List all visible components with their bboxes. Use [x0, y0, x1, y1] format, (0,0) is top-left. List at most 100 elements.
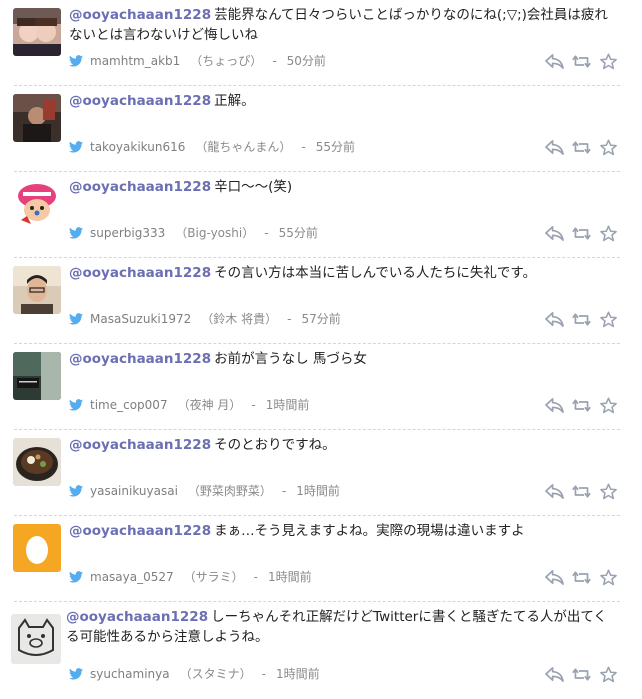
- twitter-bird-icon: [69, 140, 83, 153]
- tweet-actions: [545, 397, 618, 414]
- twitter-bird-icon: [69, 312, 83, 325]
- tweet-text: @ooyachaaan1228 辛口～～(笑): [69, 177, 618, 197]
- mention-link[interactable]: @ooyachaaan1228: [69, 93, 211, 109]
- star-icon[interactable]: [599, 483, 618, 500]
- tweet: @ooyachaaan1228 正解。 takoyakikun616 （龍ちゃんま…: [0, 86, 642, 172]
- mention-link[interactable]: @ooyachaaan1228: [69, 7, 211, 23]
- tweet-actions: [545, 311, 618, 328]
- timestamp[interactable]: 57分前: [301, 310, 340, 327]
- display-name: （スタミナ）: [179, 667, 252, 681]
- retweet-icon[interactable]: [572, 569, 591, 586]
- retweet-icon[interactable]: [572, 139, 591, 156]
- retweet-icon[interactable]: [572, 397, 591, 414]
- mention-link[interactable]: @ooyachaaan1228: [66, 609, 208, 625]
- timestamp[interactable]: 50分前: [287, 52, 326, 69]
- tweet: @ooyachaaan1228 まぁ…そう見えますよね。実際の現場は違いますよ m…: [0, 516, 642, 602]
- avatar[interactable]: [11, 614, 61, 664]
- mention-link[interactable]: @ooyachaaan1228: [69, 437, 211, 453]
- username-link[interactable]: mamhtm_akb1: [90, 54, 180, 68]
- tweet-actions: [545, 53, 618, 70]
- avatar[interactable]: [13, 94, 61, 142]
- tweet-actions: [545, 225, 618, 242]
- tweet-meta: time_cop007 （夜神 月） - 1時間前: [69, 396, 309, 413]
- tweet: @ooyachaaan1228 しーちゃんそれ正解だけどTwitterに書くと騒ぎ…: [0, 602, 642, 699]
- star-icon[interactable]: [599, 53, 618, 70]
- tweet: @ooyachaaan1228 お前が言うなし 馬づら女 time_cop007 …: [0, 344, 642, 430]
- tweet: @ooyachaaan1228 そのとおりですね。 yasainikuyasai …: [0, 430, 642, 516]
- retweet-icon[interactable]: [572, 225, 591, 242]
- timestamp[interactable]: 55分前: [279, 224, 318, 241]
- avatar[interactable]: [13, 438, 61, 486]
- star-icon[interactable]: [599, 397, 618, 414]
- username-link[interactable]: masaya_0527: [90, 570, 174, 584]
- timestamp[interactable]: 1時間前: [296, 482, 340, 499]
- timestamp[interactable]: 55分前: [316, 138, 355, 155]
- avatar[interactable]: [13, 8, 61, 56]
- tweet-text: @ooyachaaan1228 まぁ…そう見えますよね。実際の現場は違いますよ: [69, 521, 618, 541]
- tweet-meta: mamhtm_akb1 （ちょっぴ） - 50分前: [69, 52, 326, 69]
- reply-icon[interactable]: [545, 397, 564, 414]
- twitter-bird-icon: [69, 570, 83, 583]
- star-icon[interactable]: [599, 569, 618, 586]
- display-name: （ちょっぴ）: [190, 54, 263, 68]
- tweet-body: そのとおりですね。: [214, 437, 336, 453]
- reply-icon[interactable]: [545, 483, 564, 500]
- avatar[interactable]: [13, 352, 61, 400]
- star-icon[interactable]: [599, 311, 618, 328]
- tweet-text: @ooyachaaan1228 お前が言うなし 馬づら女: [69, 349, 618, 369]
- tweet-meta: yasainikuyasai （野菜肉野菜） - 1時間前: [69, 482, 340, 499]
- tweet-meta: masaya_0527 （サラミ） - 1時間前: [69, 568, 312, 585]
- twitter-bird-icon: [69, 398, 83, 411]
- tweet-meta: MasaSuzuki1972 （鈴木 将貴） - 57分前: [69, 310, 341, 327]
- twitter-bird-icon: [69, 54, 83, 67]
- tweet-text: @ooyachaaan1228 その言い方は本当に苦しんでいる人たちに失礼です。: [69, 263, 618, 283]
- tweet-body: まぁ…そう見えますよね。実際の現場は違いますよ: [214, 523, 525, 539]
- tweet-text: @ooyachaaan1228 しーちゃんそれ正解だけどTwitterに書くと騒ぎ…: [66, 607, 618, 647]
- reply-icon[interactable]: [545, 311, 564, 328]
- reply-icon[interactable]: [545, 139, 564, 156]
- mention-link[interactable]: @ooyachaaan1228: [69, 523, 211, 539]
- tweet-actions: [545, 483, 618, 500]
- tweet: @ooyachaaan1228 芸能界なんて日々つらいことばっかりなのにね(;▽;…: [0, 0, 642, 86]
- timestamp[interactable]: 1時間前: [268, 568, 312, 585]
- tweet-meta: takoyakikun616 （龍ちゃんまん） - 55分前: [69, 138, 355, 155]
- tweet-actions: [545, 139, 618, 156]
- display-name: （龍ちゃんまん）: [195, 140, 292, 154]
- reply-icon[interactable]: [545, 225, 564, 242]
- display-name: （サラミ）: [183, 570, 244, 584]
- timestamp[interactable]: 1時間前: [266, 396, 310, 413]
- reply-icon[interactable]: [545, 53, 564, 70]
- avatar[interactable]: [13, 266, 61, 314]
- tweet: @ooyachaaan1228 辛口～～(笑) superbig333 （Big-…: [0, 172, 642, 258]
- meta-separator: -: [264, 225, 269, 240]
- tweet-body: その言い方は本当に苦しんでいる人たちに失礼です。: [214, 265, 537, 281]
- username-link[interactable]: superbig333: [90, 226, 165, 240]
- tweet-text: @ooyachaaan1228 芸能界なんて日々つらいことばっかりなのにね(;▽;…: [69, 5, 618, 45]
- mention-link[interactable]: @ooyachaaan1228: [69, 351, 211, 367]
- avatar[interactable]: [13, 180, 61, 228]
- mention-link[interactable]: @ooyachaaan1228: [69, 265, 211, 281]
- reply-icon[interactable]: [545, 569, 564, 586]
- display-name: （鈴木 将貴）: [201, 312, 278, 326]
- username-link[interactable]: takoyakikun616: [90, 140, 185, 154]
- tweet: @ooyachaaan1228 その言い方は本当に苦しんでいる人たちに失礼です。 …: [0, 258, 642, 344]
- mention-link[interactable]: @ooyachaaan1228: [69, 179, 211, 195]
- meta-separator: -: [253, 569, 259, 584]
- timestamp[interactable]: 1時間前: [276, 665, 320, 682]
- tweet-text: @ooyachaaan1228 正解。: [69, 91, 618, 111]
- username-link[interactable]: yasainikuyasai: [90, 484, 178, 498]
- display-name: （野菜肉野菜）: [187, 484, 272, 498]
- username-link[interactable]: time_cop007: [90, 398, 168, 412]
- display-name: （夜神 月）: [177, 398, 242, 412]
- meta-separator: -: [272, 53, 277, 68]
- retweet-icon[interactable]: [572, 483, 591, 500]
- username-link[interactable]: MasaSuzuki1972: [90, 312, 191, 326]
- meta-separator: -: [301, 139, 306, 154]
- meta-separator: -: [251, 397, 256, 412]
- twitter-bird-icon: [69, 667, 83, 680]
- retweet-icon[interactable]: [572, 311, 591, 328]
- avatar[interactable]: [13, 524, 61, 572]
- star-icon[interactable]: [599, 225, 618, 242]
- retweet-icon[interactable]: [572, 53, 591, 70]
- star-icon[interactable]: [599, 139, 618, 156]
